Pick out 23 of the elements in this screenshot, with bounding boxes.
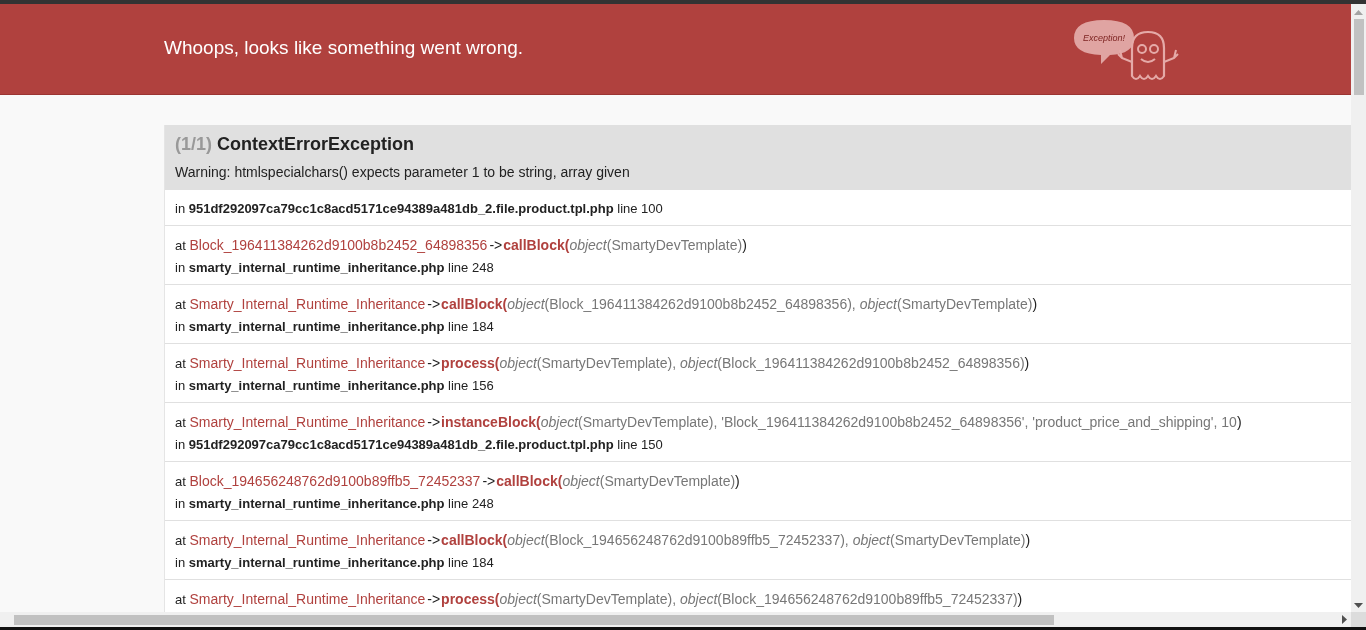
- page-title: Whoops, looks like something went wrong.: [164, 36, 524, 59]
- scroll-up-arrow-icon[interactable]: [1354, 10, 1363, 15]
- trace-call-text: at Smarty_Internal_Runtime_Inheritance->callBlock(object(Block_196411384262d9100b8b2452_64898356), object(SmartyDevTemplate)): [175, 297, 1038, 312]
- trace-location-text: in smarty_internal_runtime_inheritance.php line 184: [175, 555, 494, 570]
- exception-count: (1/1): [175, 134, 212, 155]
- trace-call-text: at Smarty_Internal_Runtime_Inheritance->process(object(SmartyDevTemplate), object(Block_196411384262d9100b8b2452_64898356)): [175, 356, 1030, 371]
- trace-call-text: at Smarty_Internal_Runtime_Inheritance->callBlock(object(Block_194656248762d9100b89ffb5_72452337), object(SmartyDevTemplate)): [175, 533, 1031, 548]
- trace-call-text: at Block_194656248762d9100b89ffb5_72452337->callBlock(object(SmartyDevTemplate)): [175, 474, 740, 489]
- trace-location-text: in smarty_internal_runtime_inheritance.php line 248: [175, 260, 494, 275]
- trace-location-text: in 951df292097ca79cc1c8acd5171ce94389a481db_2.file.product.tpl.php line 150: [175, 437, 663, 452]
- trace-location-text: in 951df292097ca79cc1c8acd5171ce94389a481db_2.file.product.tpl.php line 100: [175, 201, 663, 216]
- trace-call-text: at Smarty_Internal_Runtime_Inheritance->instanceBlock(object(SmartyDevTemplate), 'Block_196411384262d9100b8b2452_64898356', 'product_price_and_shipping', 10): [175, 415, 1242, 430]
- scroll-down-arrow-icon[interactable]: [1354, 603, 1363, 608]
- scroll-right-arrow-icon[interactable]: [1342, 615, 1347, 624]
- exception-name: ContextErrorException: [217, 134, 415, 155]
- trace-location-text: in smarty_internal_runtime_inheritance.php line 184: [175, 319, 494, 334]
- ghost-mascot-drawing: Exception!: [1074, 18, 1186, 86]
- trace-location-text: in smarty_internal_runtime_inheritance.php line 248: [175, 496, 494, 511]
- trace-call-text: at Smarty_Internal_Runtime_Inheritance->process(object(SmartyDevTemplate), object(Block_194656248762d9100b89ffb5_72452337)): [175, 592, 1023, 607]
- trace-call-text: at Block_196411384262d9100b8b2452_64898356->callBlock(object(SmartyDevTemplate)): [175, 238, 747, 253]
- exception-message: Warning: htmlspecialchars() expects parameter 1 to be string, array given: [175, 164, 631, 180]
- trace-location-text: in smarty_internal_runtime_inheritance.php line 156: [175, 378, 494, 393]
- scrollbar-corner: [1351, 612, 1366, 627]
